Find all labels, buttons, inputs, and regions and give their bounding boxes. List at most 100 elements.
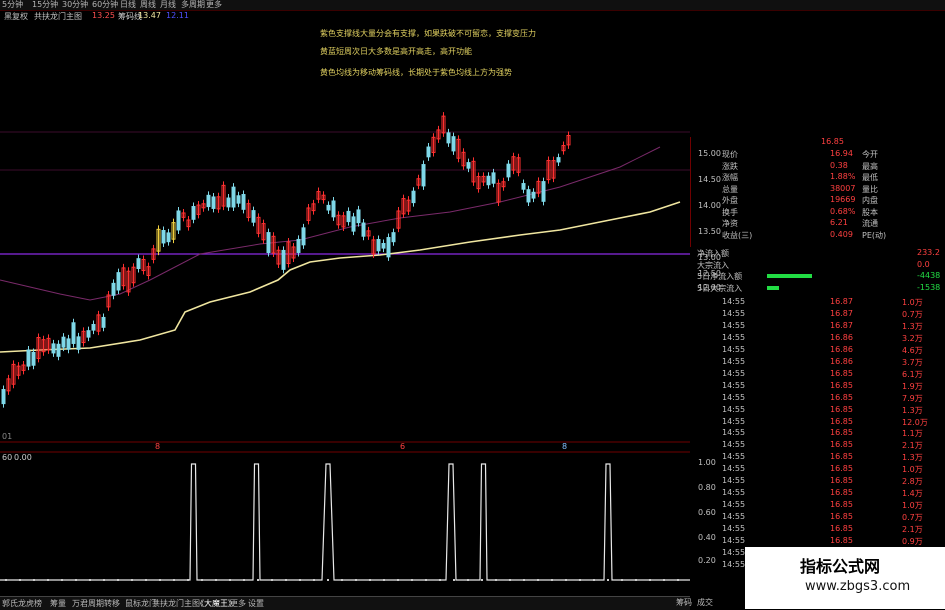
baseline-dot (439, 579, 441, 581)
tick-time: 14:55 (722, 440, 746, 450)
candle-body (266, 232, 271, 254)
quote-value: 6.21 (830, 218, 848, 227)
baseline-dot (159, 579, 161, 581)
baseline-dot (677, 579, 679, 581)
baseline-dot (453, 579, 455, 581)
tick-time: 14:55 (722, 464, 746, 474)
candle-body (556, 157, 561, 163)
quote-value: 0.38 (830, 160, 848, 170)
quote-tag: 流通 (862, 219, 878, 228)
tick-price: 16.85 (830, 428, 853, 438)
sub-indicator-label: 60 (2, 453, 13, 462)
candle-body (236, 195, 241, 204)
indicator-name[interactable]: 共扶龙门主图 (34, 11, 82, 22)
tick-volume: 2.1万 (902, 441, 923, 451)
tick-volume: 2.8万 (902, 477, 923, 487)
period-tab-30min[interactable]: 30分钟 (62, 0, 88, 10)
period-tab-week[interactable]: 周线 (140, 0, 156, 10)
watermark-url: www.zbgs3.com (805, 579, 911, 594)
candle-body (381, 243, 386, 249)
flow-value: -1538 (917, 282, 941, 292)
candlesticks (1, 112, 571, 408)
baseline-dot (551, 579, 553, 581)
period-tab-day[interactable]: 日线 (120, 0, 136, 10)
period-tab-more[interactable]: 更多 (206, 0, 222, 10)
tick-time: 14:55 (722, 416, 746, 426)
tick-time: 14:55 (722, 512, 746, 522)
candle-body (76, 336, 81, 350)
candle-body (251, 210, 256, 223)
candle-body (31, 351, 36, 366)
baseline-dot (593, 579, 595, 581)
period-tab-month[interactable]: 月线 (160, 0, 176, 10)
baseline-dot (173, 579, 175, 581)
x-marker-4: 8 (562, 442, 568, 451)
tick-row: 14:55 16.85 1.3万 (722, 405, 932, 417)
tick-volume: 0.7万 (902, 309, 923, 319)
adjust-mode-label[interactable]: 黑复权 (4, 11, 28, 22)
candle-body (386, 237, 391, 258)
baseline-dot (103, 579, 105, 581)
watermark-title: 指标公式网 (800, 557, 881, 576)
quote-tag: 最高 (862, 161, 878, 171)
tab-chips[interactable]: 筹码 (676, 597, 692, 608)
tick-price: 16.85 (830, 368, 853, 378)
quote-value: 38007 (830, 183, 856, 193)
tick-row: 14:55 16.85 6.1万 (722, 369, 932, 381)
quote-header: 16.85 (821, 137, 844, 146)
tab-indicator-3[interactable]: 万君周期转移 (72, 598, 120, 609)
baseline-dot (621, 579, 623, 581)
sub-tick: 0.20 (698, 556, 716, 565)
quote-label: 现价 (722, 150, 738, 159)
baseline-dot (537, 579, 539, 581)
period-tab-multi[interactable]: 多周期 (181, 0, 205, 10)
watermark-logo: 指标公式网 www.zbgs3.com (745, 547, 945, 609)
period-tab-60min[interactable]: 60分钟 (92, 0, 118, 10)
period-tab-5min[interactable]: 5分钟 (2, 0, 23, 10)
tab-settings[interactable]: 设置 (248, 598, 264, 609)
quote-value: 0.409 (830, 229, 853, 239)
quote-label: 涨跌 (722, 161, 738, 171)
baseline-dot (5, 579, 7, 581)
candle-body (491, 172, 496, 184)
signal-line (0, 463, 690, 581)
chart-grid (0, 131, 690, 255)
tick-row: 14:55 16.86 3.7万 (722, 357, 932, 369)
quote-tag: 今开 (862, 150, 878, 159)
tab-indicator-5[interactable]: 共扶龙门主图 (152, 598, 200, 609)
candle-body (1, 389, 6, 405)
quote-value: 0.68% (830, 206, 856, 216)
candle-body (446, 132, 451, 144)
tick-row: 14:55 16.85 1.9万 (722, 381, 932, 393)
baseline-dot (89, 579, 91, 581)
tick-time: 14:55 (722, 392, 746, 402)
baseline-dot (481, 579, 483, 581)
tick-price: 16.85 (830, 524, 853, 534)
indicator-tab-bar: 郭氏龙虎榜 筹量 万君周期转移 鼠标龙门 共扶龙门主图 《大魔王》 更多 设置 (0, 596, 690, 610)
tick-time: 14:55 (722, 428, 746, 438)
baseline-dot (635, 579, 637, 581)
price-chart[interactable] (0, 22, 690, 597)
tab-trades[interactable]: 成交 (697, 597, 713, 608)
sub-tick: 0.40 (698, 533, 716, 542)
tick-price: 16.86 (830, 344, 853, 354)
baseline-dot (467, 579, 469, 581)
candle-body (111, 282, 116, 296)
candle-body (356, 209, 361, 224)
candle-body (86, 330, 91, 338)
candle-body (166, 232, 171, 243)
flow-value: -4438 (917, 271, 941, 280)
quote-label: 净资 (722, 219, 738, 228)
period-tab-15min[interactable]: 15分钟 (32, 0, 58, 10)
tab-more[interactable]: 更多 (230, 598, 246, 609)
tick-time: 14:55 (722, 488, 746, 498)
tick-time: 14:55 (722, 476, 746, 486)
tab-indicator-1[interactable]: 郭氏龙虎榜 (2, 598, 42, 609)
tick-time: 14:55 (722, 536, 746, 545)
tab-indicator-2[interactable]: 筹量 (50, 598, 66, 609)
baseline-dot (33, 579, 35, 581)
sub-indicator-value: 0.00 (14, 453, 32, 462)
candle-body (361, 222, 366, 237)
baseline-dot (187, 579, 189, 581)
tick-volume: 1.3万 (902, 321, 923, 331)
